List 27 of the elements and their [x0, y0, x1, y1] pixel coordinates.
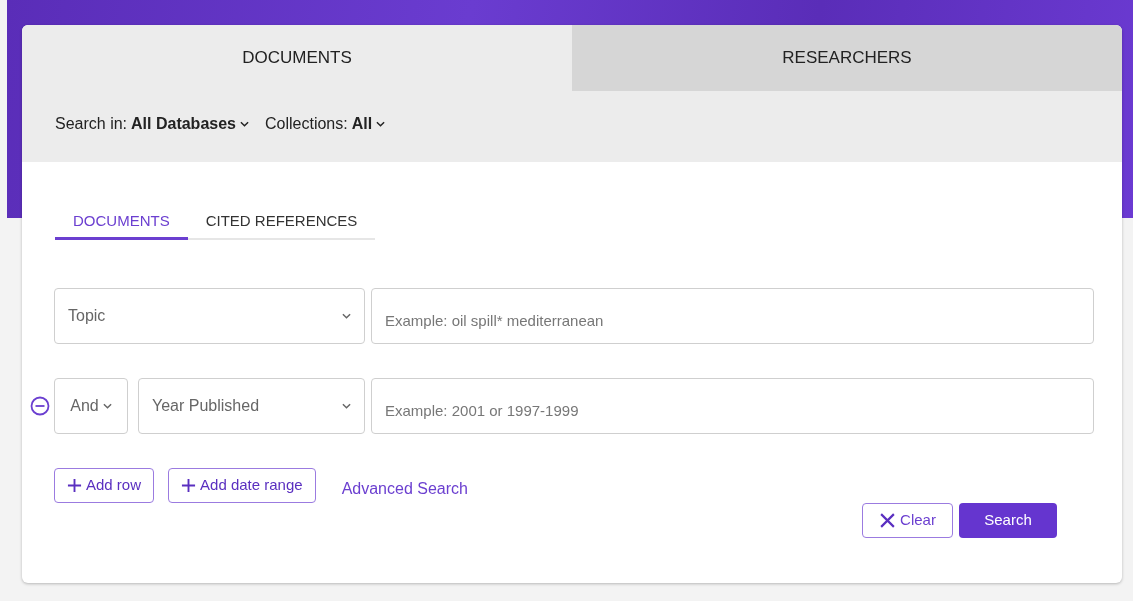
search-field[interactable]: Example: 2001 or 1997-1999: [371, 378, 1094, 434]
chevron-down-icon: [342, 313, 351, 319]
field-select[interactable]: Year Published: [138, 378, 365, 434]
close-icon: [879, 512, 897, 529]
add-button[interactable]: Add date range: [168, 468, 316, 503]
add-button[interactable]: Add row: [54, 468, 155, 503]
filter-label: Collections:: [265, 113, 348, 134]
chevron-down-icon: [342, 403, 351, 409]
advanced-search-link[interactable]: Advanced Search: [341, 477, 468, 501]
main-tab[interactable]: DOCUMENTS: [22, 25, 572, 91]
plus-icon: [67, 478, 82, 493]
filter-label: Search in:: [55, 113, 128, 134]
main-tab[interactable]: RESEARCHERS: [572, 25, 1122, 91]
plus-icon: [181, 478, 197, 493]
chevron-down-icon: [376, 120, 386, 127]
clear-button[interactable]: Clear: [862, 503, 953, 538]
filter-dropdown[interactable]: All Databases: [131, 111, 249, 136]
search-field[interactable]: Example: oil spill* mediterranean: [371, 288, 1094, 344]
sub-tab[interactable]: CITED REFERENCES: [187, 206, 376, 240]
operator-select[interactable]: And: [54, 378, 128, 434]
remove-row-icon[interactable]: [30, 396, 50, 416]
field-select[interactable]: Topic: [54, 288, 365, 344]
search-button[interactable]: Search: [959, 503, 1057, 538]
chevron-down-icon: [102, 403, 112, 409]
chevron-down-icon: [240, 120, 249, 127]
sub-tab[interactable]: DOCUMENTS: [55, 206, 188, 240]
filter-dropdown[interactable]: All: [351, 111, 386, 136]
